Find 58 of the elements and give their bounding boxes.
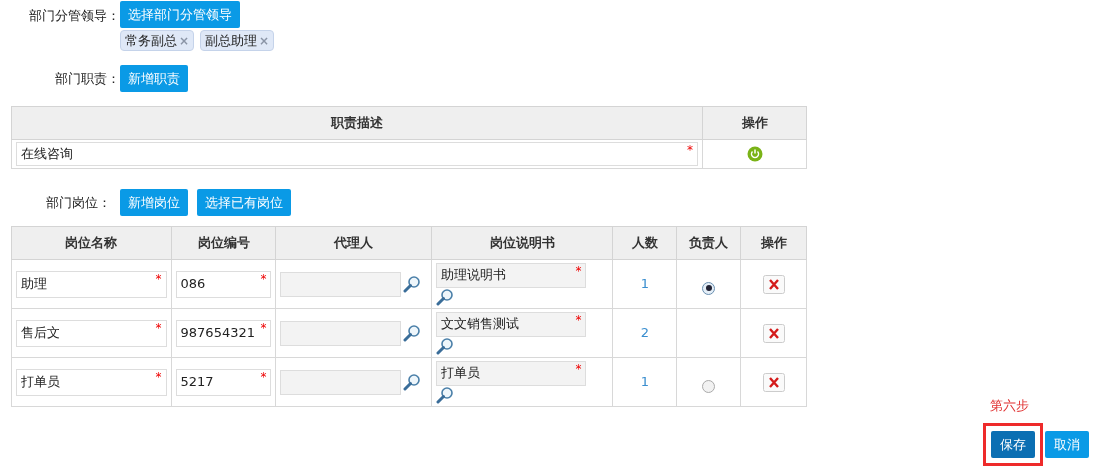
delete-icon[interactable] (762, 274, 785, 294)
required-mark: * (575, 361, 582, 376)
tag-label: 常务副总 (125, 31, 177, 50)
column-header: 代理人 (276, 226, 432, 260)
field-label: 部门分管领导： (28, 7, 120, 25)
position-code-field[interactable]: 086 * (175, 270, 272, 298)
add-duty-button[interactable]: 新增职责 (120, 65, 188, 92)
column-header: 负责人 (676, 226, 741, 260)
cancel-button[interactable]: 取消 (1045, 431, 1089, 458)
field-label: 部门职责： (54, 69, 120, 88)
agent-field[interactable] (280, 320, 402, 346)
column-header: 人数 (612, 226, 677, 260)
required-mark: * (575, 263, 582, 278)
search-icon[interactable] (436, 385, 455, 404)
lead-radio[interactable] (702, 281, 716, 295)
position-doc-field[interactable]: 文文销售测试 * (436, 311, 587, 337)
required-mark: * (155, 369, 162, 384)
required-mark: * (260, 369, 267, 384)
description-field[interactable]: 在线咨询 * (16, 142, 698, 166)
field-label: 部门岗位： (45, 193, 111, 212)
delete-icon[interactable] (762, 323, 785, 343)
required-mark: * (260, 320, 267, 335)
search-icon[interactable] (403, 275, 422, 293)
delete-icon[interactable] (762, 372, 785, 392)
select-leaders-button[interactable]: 选择部门分管领导 (120, 1, 240, 28)
column-header: 岗位说明书 (431, 226, 613, 260)
agent-field[interactable] (280, 271, 402, 297)
column-header: 岗位名称 (11, 226, 172, 260)
search-icon[interactable] (403, 373, 422, 391)
tag-label: 副总助理 (205, 31, 258, 50)
position-doc-field[interactable]: 助理说明书 * (436, 262, 587, 288)
save-button[interactable]: 保存 (991, 431, 1035, 458)
count-link[interactable]: 1 (640, 374, 649, 390)
agent-field[interactable] (280, 369, 402, 395)
search-icon[interactable] (436, 336, 455, 355)
position-doc-field[interactable]: 打单员 * (436, 360, 587, 386)
count-link[interactable]: 1 (640, 276, 649, 292)
required-mark: * (260, 271, 267, 286)
lead-radio[interactable] (702, 379, 716, 393)
column-header: 岗位编号 (171, 226, 276, 260)
position-code-field[interactable]: 5217 * (175, 368, 272, 396)
add-position-button[interactable]: 新增岗位 (120, 189, 188, 216)
step-note: 第六步 (990, 396, 1029, 415)
position-name-field[interactable]: 售后文 * (16, 319, 167, 347)
required-mark: * (575, 312, 582, 327)
select-position-button[interactable]: 选择已有岗位 (197, 189, 291, 216)
column-header: 操作 (702, 106, 807, 140)
column-header: 操作 (740, 226, 807, 260)
required-mark: * (155, 271, 162, 286)
position-name-field[interactable]: 打单员 * (16, 368, 167, 396)
required-mark: * (687, 143, 693, 157)
count-link[interactable]: 2 (640, 325, 649, 341)
search-icon[interactable] (403, 324, 422, 342)
column-header: 职责描述 (11, 106, 703, 140)
search-icon[interactable] (436, 287, 455, 306)
position-code-field[interactable]: 987654321 * (175, 319, 272, 347)
required-mark: * (155, 320, 162, 335)
position-name-field[interactable]: 助理 * (16, 270, 167, 298)
